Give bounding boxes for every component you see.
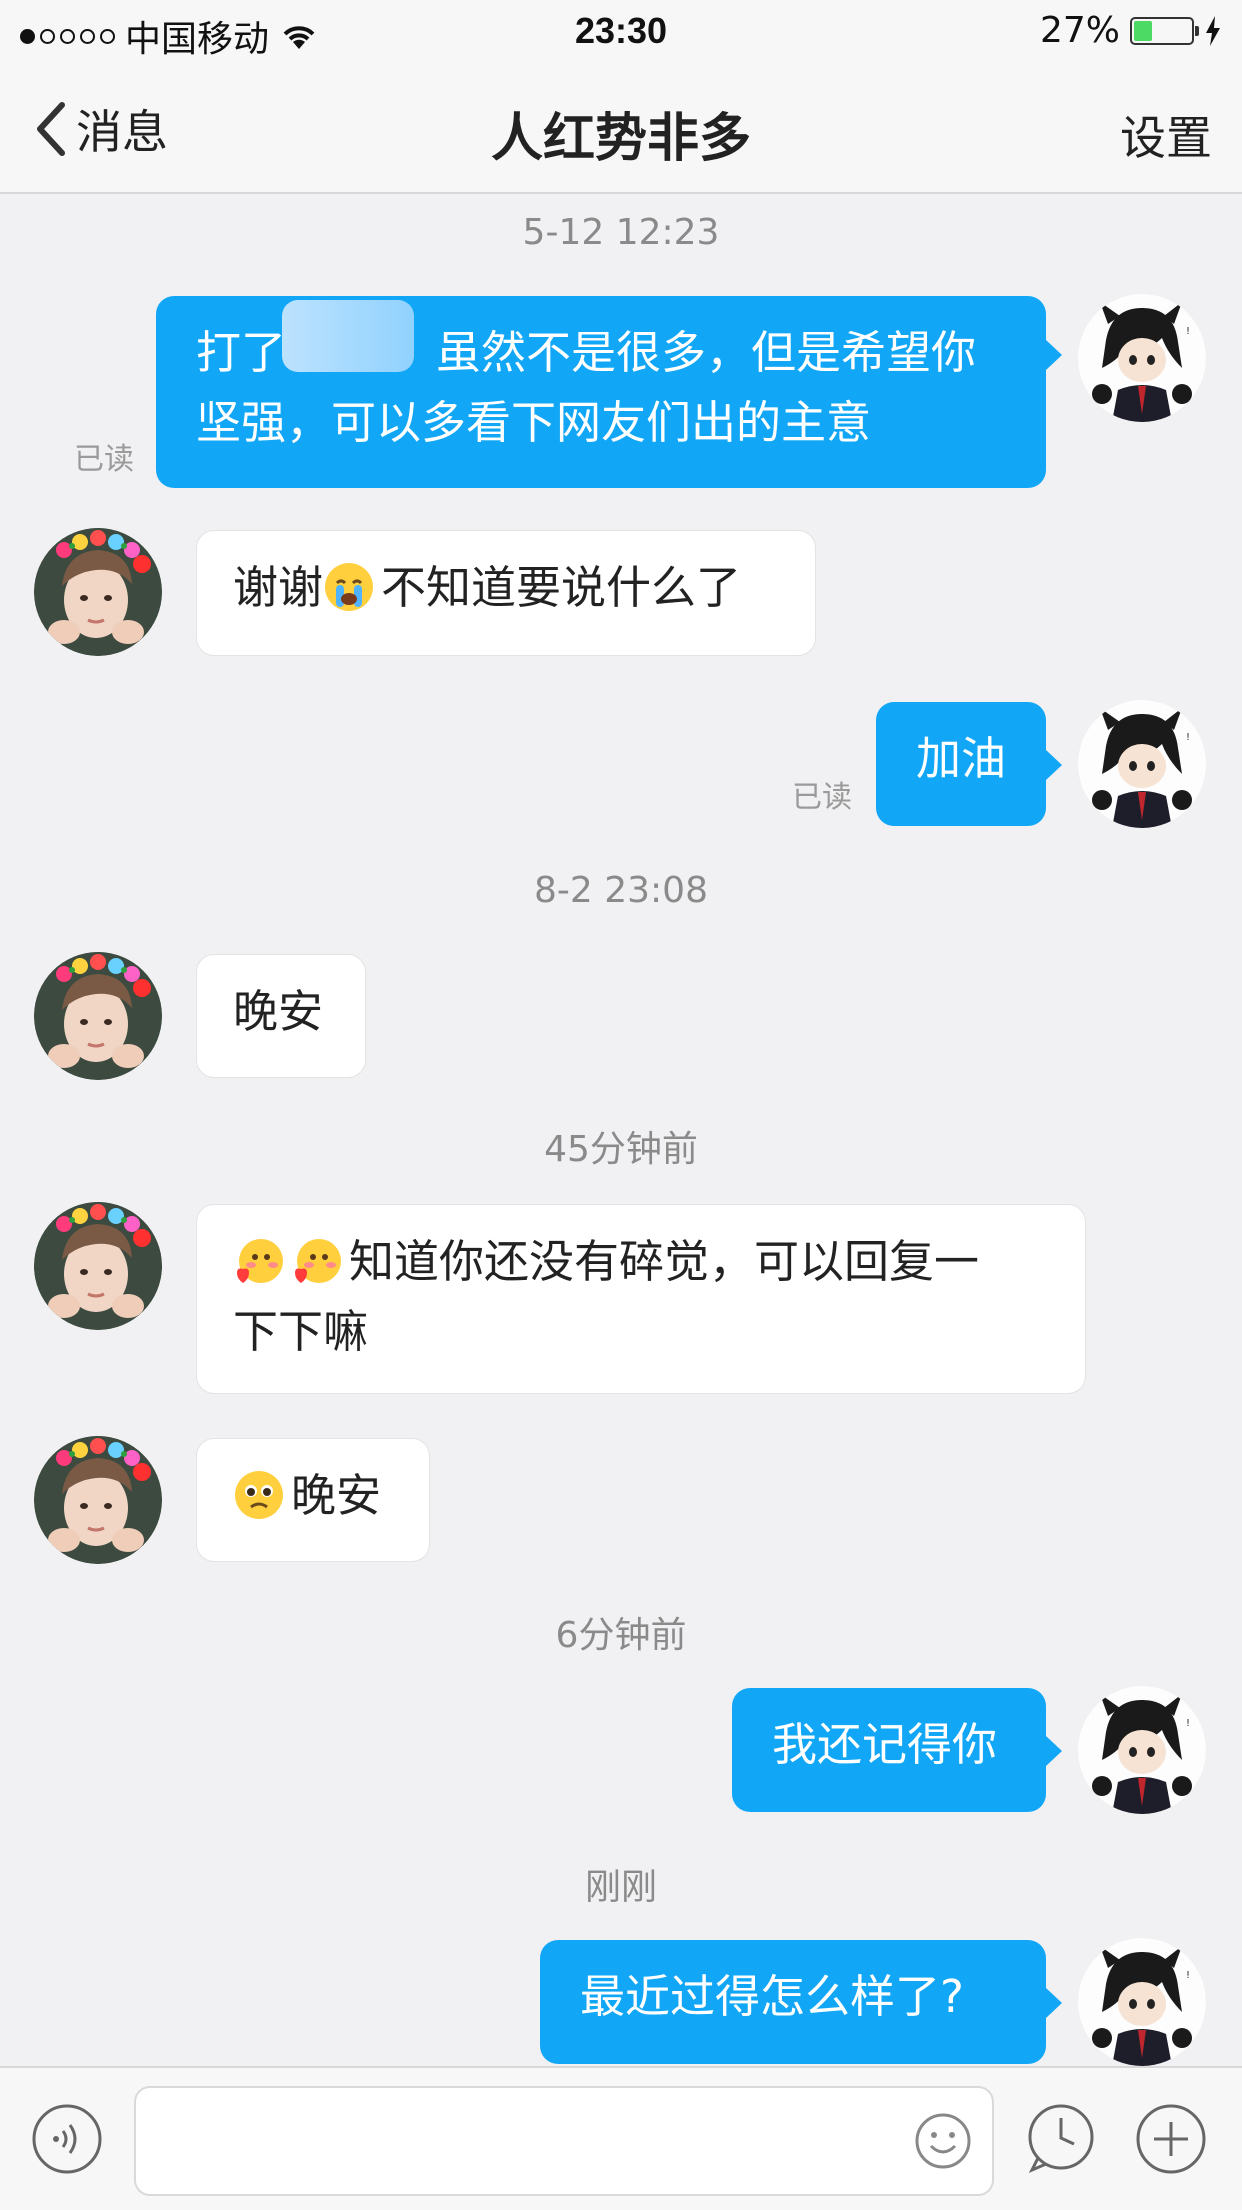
message-text: 下下嘛 <box>233 1305 369 1358</box>
message-text: 谢谢 <box>233 561 324 614</box>
my-avatar[interactable] <box>1078 1686 1206 1814</box>
message-text: 最近过得怎么样了? <box>580 1970 964 2023</box>
message-text: 加油 <box>916 732 1007 785</box>
contact-avatar[interactable] <box>34 528 162 656</box>
my-avatar[interactable] <box>1078 294 1206 422</box>
clock-icon[interactable] <box>1024 2102 1098 2176</box>
incoming-message-bubble[interactable]: 晚安 <box>196 954 366 1078</box>
message-text: 不知道要说什么了 <box>381 561 742 614</box>
pleading-face-emoji <box>235 1471 283 1519</box>
plus-icon[interactable] <box>1134 2102 1208 2176</box>
voice-icon[interactable] <box>30 2102 104 2176</box>
message-input[interactable] <box>134 2086 994 2196</box>
message-text: 虽然不是很多，但是希望你 <box>436 326 977 379</box>
my-avatar[interactable] <box>1078 700 1206 828</box>
message-text: 晚安 <box>291 1469 382 1522</box>
contact-avatar[interactable] <box>34 1436 162 1564</box>
timestamp: 45分钟前 <box>544 1129 698 1170</box>
outgoing-message-bubble[interactable]: 加油 <box>876 702 1046 826</box>
timestamp: 5-12 12:23 <box>522 212 720 253</box>
read-receipt: 已读 <box>74 442 134 477</box>
charging-bolt-icon <box>1206 15 1220 46</box>
settings-button[interactable]: 设置 <box>1120 102 1212 168</box>
blushing-heart-emoji <box>237 1239 283 1283</box>
my-avatar[interactable] <box>1078 1938 1206 2066</box>
emoji-icon[interactable] <box>914 2112 972 2170</box>
contact-avatar[interactable] <box>34 952 162 1080</box>
message-text: 我还记得你 <box>772 1718 998 1771</box>
chat-title: 人红势非多 <box>490 109 751 169</box>
outgoing-message-bubble[interactable]: 我还记得你 <box>732 1688 1046 1812</box>
read-receipt: 已读 <box>792 780 852 815</box>
incoming-message-bubble[interactable]: 谢谢 不知道要说什么了 <box>196 530 816 656</box>
redaction-blur <box>282 300 414 372</box>
timestamp: 8-2 23:08 <box>534 870 708 911</box>
incoming-message-bubble[interactable]: 知道你还没有碎觉，可以回复一 下下嘛 <box>196 1204 1086 1394</box>
input-bar <box>0 2066 1242 2210</box>
timestamp: 6分钟前 <box>555 1615 687 1656</box>
battery-percent: 27% <box>1039 10 1120 51</box>
incoming-message-bubble[interactable]: 晚安 <box>196 1438 430 1562</box>
timestamp: 刚刚 <box>584 1867 657 1908</box>
message-text: 打了 <box>196 326 287 379</box>
battery-icon <box>1130 16 1199 45</box>
outgoing-message-bubble[interactable]: 最近过得怎么样了? <box>540 1940 1046 2064</box>
navigation-bar: 消息 人红势非多 设置 <box>0 62 1242 194</box>
crying-face-emoji <box>325 563 374 611</box>
contact-avatar[interactable] <box>34 1202 162 1330</box>
message-text: 知道你还没有碎觉，可以回复一 <box>349 1235 980 1288</box>
status-bar: 中国移动 23:30 27% <box>0 0 1242 62</box>
message-text: 坚强，可以多看下网友们出的主意 <box>196 396 872 449</box>
message-text: 晚安 <box>233 985 324 1038</box>
blushing-heart-emoji <box>295 1239 341 1283</box>
